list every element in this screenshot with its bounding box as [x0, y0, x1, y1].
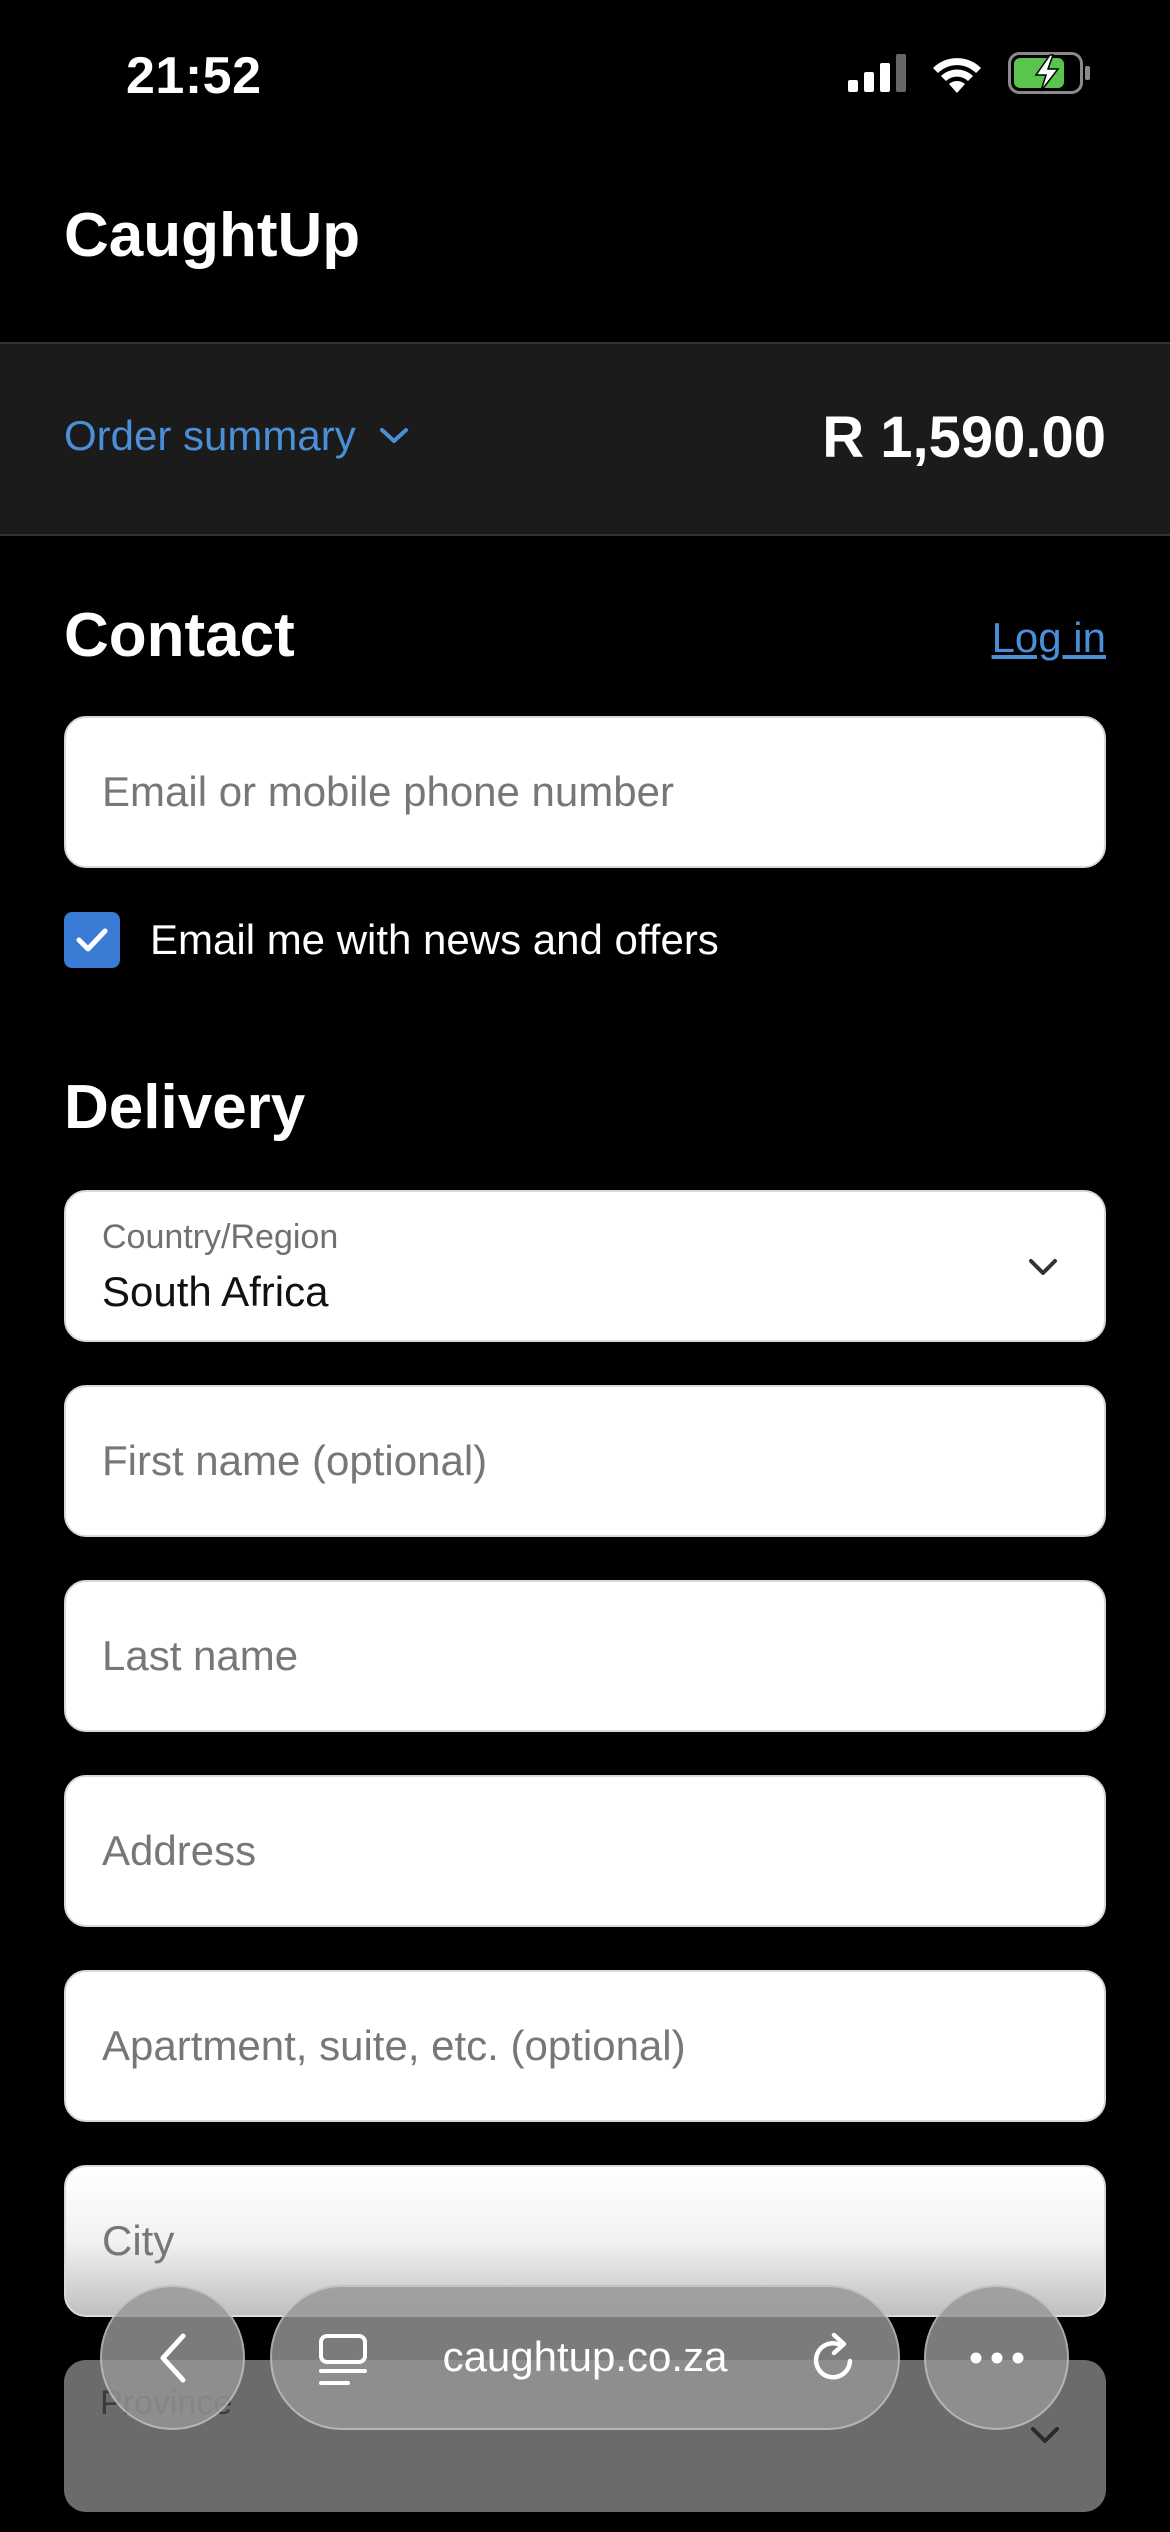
status-bar: 21:52 — [0, 0, 1170, 150]
login-link[interactable]: Log in — [992, 614, 1106, 662]
reload-icon[interactable] — [808, 2331, 860, 2387]
order-summary-bar: Order summary R 1,590.00 — [0, 342, 1170, 536]
battery-charging-icon — [1008, 52, 1090, 94]
newsletter-checkbox[interactable] — [64, 912, 120, 968]
browser-toolbar: caughtup.co.za — [0, 2285, 1170, 2430]
store-brand[interactable]: CaughtUp — [64, 200, 360, 271]
country-select[interactable]: Country/Region South Africa — [64, 1190, 1106, 1342]
wifi-icon — [933, 58, 981, 93]
more-icon — [970, 2352, 1023, 2363]
checkmark-icon — [76, 928, 108, 952]
country-label: Country/Region — [102, 1218, 339, 1256]
first-name-container — [64, 1385, 1106, 1537]
address-container — [64, 1775, 1106, 1927]
chevron-down-icon — [1029, 1259, 1057, 1275]
checkout-page: 21:52 CaughtUp Order summary R 1,590.00 … — [0, 0, 1170, 2532]
newsletter-label: Email me with news and offers — [150, 916, 719, 963]
email-field-container — [64, 716, 1106, 868]
order-total: R 1,590.00 — [822, 405, 1106, 470]
first-name-field[interactable] — [66, 1387, 1104, 1535]
more-button[interactable] — [924, 2285, 1069, 2430]
last-name-container — [64, 1580, 1106, 1732]
contact-heading: Contact — [64, 601, 295, 670]
address-field[interactable] — [66, 1777, 1104, 1925]
apartment-field[interactable] — [66, 1972, 1104, 2120]
country-value: South Africa — [102, 1268, 329, 1315]
status-icons — [848, 52, 1092, 94]
newsletter-option: Email me with news and offers — [64, 912, 719, 968]
email-field[interactable] — [66, 718, 1104, 866]
delivery-heading: Delivery — [64, 1073, 306, 1142]
last-name-field[interactable] — [66, 1582, 1104, 1730]
status-time: 21:52 — [126, 47, 262, 105]
back-chevron-icon — [160, 2333, 185, 2382]
cellular-signal-icon — [848, 54, 906, 92]
order-summary-label: Order summary — [64, 412, 356, 459]
chevron-down-icon — [379, 428, 408, 443]
address-bar[interactable]: caughtup.co.za — [270, 2285, 900, 2430]
back-button[interactable] — [100, 2285, 245, 2430]
url-text: caughtup.co.za — [442, 2333, 728, 2380]
apartment-container — [64, 1970, 1106, 2122]
order-summary-toggle[interactable]: Order summary — [64, 412, 410, 460]
